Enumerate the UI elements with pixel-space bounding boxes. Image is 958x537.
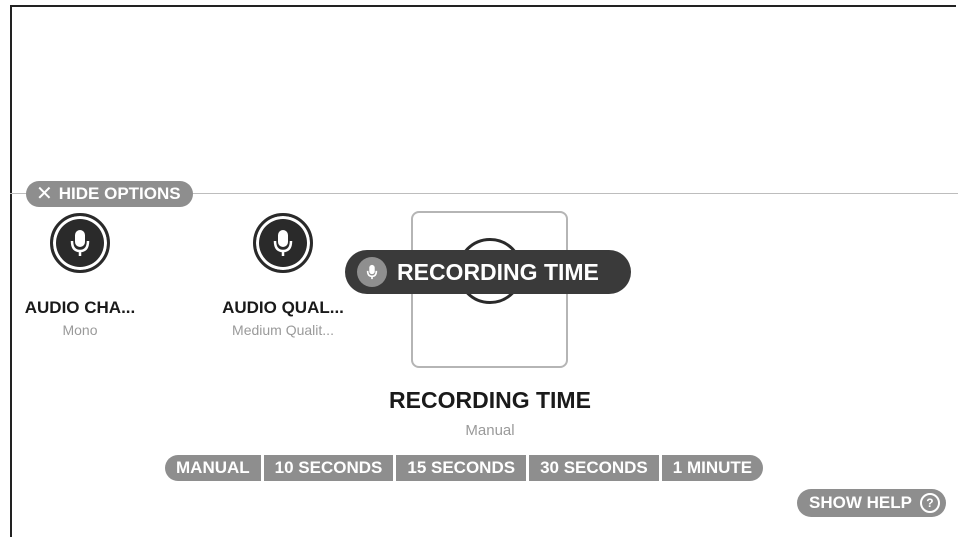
audio-quality-title: AUDIO QUAL... [222, 298, 344, 317]
audio-quality-value: Medium Qualit... [232, 322, 334, 338]
selected-option-title: RECORDING TIME [389, 387, 591, 413]
close-icon: ✕ [36, 183, 53, 205]
audio-quality-option[interactable] [253, 213, 313, 273]
segment-1-minute[interactable]: 1 MINUTE [658, 455, 763, 481]
help-icon: ? [919, 493, 940, 513]
audio-channel-value: Mono [62, 322, 98, 338]
segment-15-seconds[interactable]: 15 SECONDS [393, 455, 526, 481]
show-help-button[interactable]: SHOW HELP ? [797, 489, 946, 517]
audio-channel-option[interactable] [50, 213, 110, 273]
hide-options-button[interactable]: ✕ HIDE OPTIONS [26, 181, 193, 207]
tooltip-label: RECORDING TIME [397, 258, 599, 285]
recording-time-tooltip: RECORDING TIME [345, 250, 631, 294]
recording-time-segmented-control: MANUAL 10 SECONDS 15 SECONDS 30 SECONDS … [165, 455, 764, 481]
microphone-icon [273, 230, 293, 256]
selected-option-value: Manual [465, 422, 515, 439]
segment-manual[interactable]: MANUAL [165, 455, 261, 481]
microphone-icon [357, 257, 387, 287]
show-help-label: SHOW HELP [809, 493, 912, 512]
audio-channel-title: AUDIO CHA... [24, 298, 136, 317]
segment-30-seconds[interactable]: 30 SECONDS [526, 455, 659, 481]
hide-options-label: HIDE OPTIONS [58, 184, 181, 203]
segment-10-seconds[interactable]: 10 SECONDS [260, 455, 394, 481]
microphone-icon [70, 230, 90, 256]
